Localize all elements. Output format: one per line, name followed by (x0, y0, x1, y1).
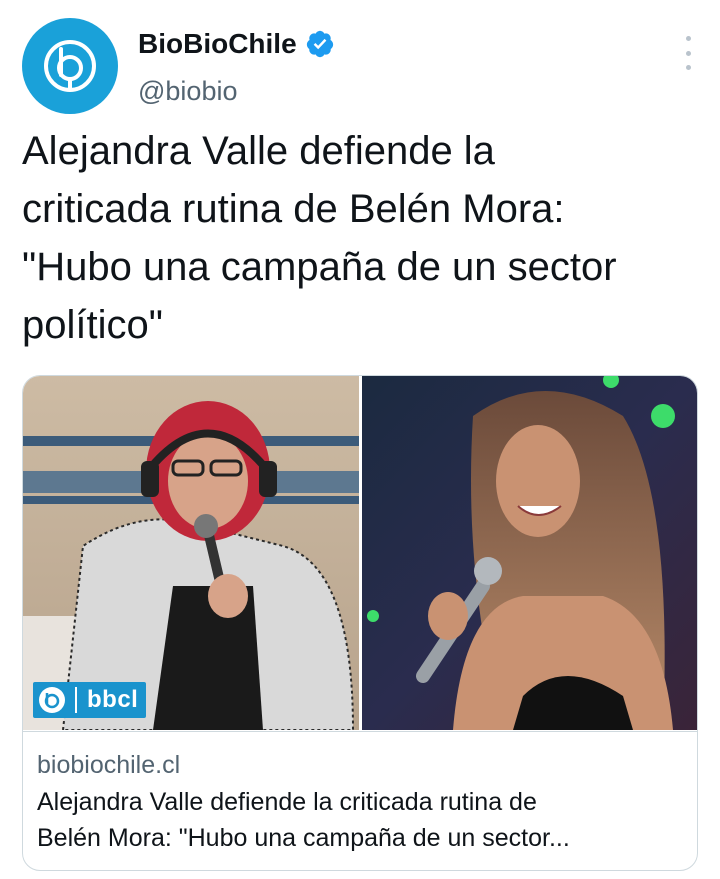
verified-badge-icon (306, 30, 333, 58)
author-handle[interactable]: @biobio (138, 76, 237, 107)
card-domain: biobiochile.cl (37, 751, 181, 779)
card-title-line: Belén Mora: "Hubo una campaña de un sect… (37, 824, 570, 852)
tweet-text: Alejandra Valle defiende la criticada ru… (22, 122, 702, 354)
card-image[interactable]: bbcl (23, 376, 697, 730)
tweet-text-line: Alejandra Valle defiende la (22, 129, 495, 173)
author-name[interactable]: BioBioChile (138, 28, 297, 60)
bbcl-badge-text: bbcl (87, 686, 139, 713)
author-name-row[interactable]: BioBioChile (138, 28, 335, 60)
avatar[interactable] (22, 18, 118, 114)
link-preview-card[interactable]: bbcl biobiochile.cl Alejandra Valle defi… (22, 375, 698, 871)
tweet: BioBioChile @biobio Alejandra Valle defi… (0, 0, 720, 879)
card-photo-illustration (23, 376, 697, 730)
tweet-text-line: "Hubo una campaña de un sector (22, 245, 617, 289)
more-options-icon[interactable] (682, 36, 694, 70)
tweet-text-line: criticada rutina de Belén Mora: (22, 187, 565, 231)
card-footer[interactable]: biobiochile.cl Alejandra Valle defiende … (23, 731, 697, 870)
tweet-text-line: político" (22, 303, 163, 347)
card-title: Alejandra Valle defiende la criticada ru… (37, 784, 683, 856)
card-title-line: Alejandra Valle defiende la criticada ru… (37, 788, 537, 816)
bbcl-watermark: bbcl (33, 682, 147, 718)
biobio-small-logo-icon (39, 687, 65, 713)
biobio-logo-icon (44, 40, 96, 92)
